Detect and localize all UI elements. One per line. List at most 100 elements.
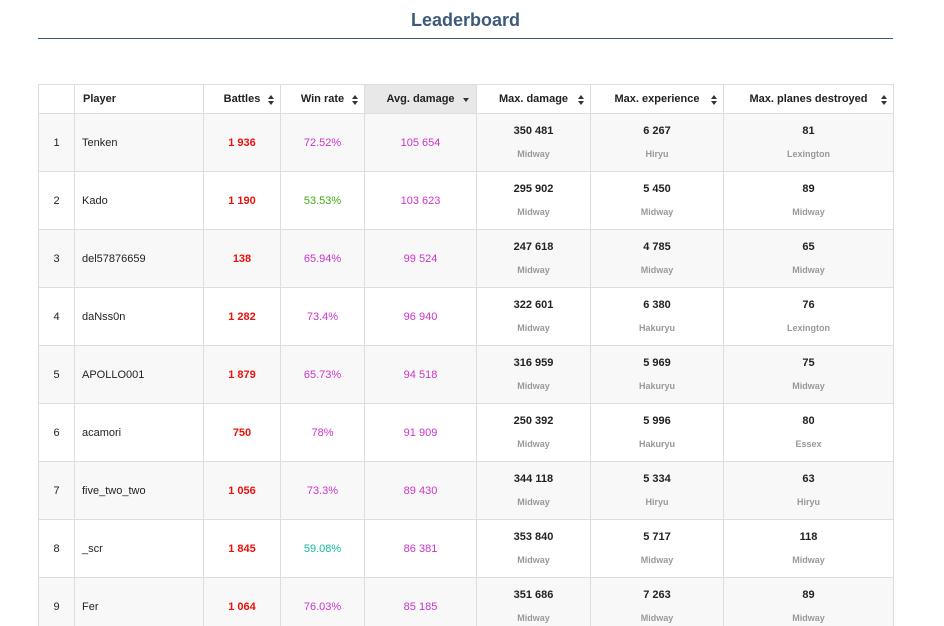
- sort-both-icon[interactable]: [881, 95, 887, 105]
- max-planes-ship: Midway: [792, 265, 825, 275]
- player-name[interactable]: Tenken: [74, 113, 204, 172]
- win-rate-value: 73.4%: [280, 287, 365, 346]
- battles-value: 1 282: [203, 287, 281, 346]
- player-name[interactable]: del57876659: [74, 229, 204, 288]
- sort-descending-icon[interactable]: [463, 98, 469, 102]
- max-damage-value: 322 601: [513, 299, 554, 311]
- battles-value: 1 064: [203, 577, 281, 626]
- header-max-damage[interactable]: Max. damage: [476, 84, 591, 114]
- table-row[interactable]: 4 daNss0n 1 282 73.4% 96 940 322 601 Midway 6 3…: [38, 287, 894, 346]
- max-experience-cell: 6 380 Hakuryu: [590, 287, 724, 346]
- max-damage-cell: 344 118 Midway: [476, 461, 591, 520]
- max-damage-ship: Midway: [517, 497, 550, 507]
- rank-cell: 2: [38, 171, 75, 230]
- player-name[interactable]: five_two_two: [74, 461, 204, 520]
- header-win-rate[interactable]: Win rate: [280, 84, 365, 114]
- max-damage-ship: Midway: [517, 555, 550, 565]
- player-name[interactable]: Fer: [74, 577, 204, 626]
- max-planes-value: 89: [802, 589, 815, 601]
- page-title: Leaderboard: [410, 10, 521, 30]
- player-name[interactable]: daNss0n: [74, 287, 204, 346]
- header-battles[interactable]: Battles: [203, 84, 281, 114]
- table-row[interactable]: 5 APOLLO001 1 879 65.73% 94 518 316 959 Midway…: [38, 345, 894, 404]
- max-planes-cell: 75 Midway: [723, 345, 894, 404]
- max-planes-ship: Essex: [795, 439, 822, 449]
- max-planes-cell: 89 Midway: [723, 577, 894, 626]
- rank-cell: 1: [38, 113, 75, 172]
- player-name[interactable]: acamori: [74, 403, 204, 462]
- player-name[interactable]: Kado: [74, 171, 204, 230]
- avg-damage-value: 94 518: [364, 345, 477, 404]
- max-damage-value: 351 686: [513, 589, 554, 601]
- max-damage-cell: 250 392 Midway: [476, 403, 591, 462]
- max-experience-value: 5 334: [643, 473, 671, 485]
- sort-both-icon[interactable]: [711, 95, 717, 105]
- max-planes-ship: Lexington: [787, 149, 830, 159]
- max-experience-value: 4 785: [643, 241, 671, 253]
- max-planes-cell: 76 Lexington: [723, 287, 894, 346]
- header-row: Player Battles Win rate Avg. damage Max.…: [38, 84, 894, 114]
- battles-value: 1 936: [203, 113, 281, 172]
- header-max-planes[interactable]: Max. planes destroyed: [723, 84, 894, 114]
- max-experience-ship: Midway: [640, 265, 674, 275]
- max-experience-cell: 6 267 Hiryu: [590, 113, 724, 172]
- header-max-experience[interactable]: Max. experience: [590, 84, 724, 114]
- max-damage-cell: 295 902 Midway: [476, 171, 591, 230]
- table-row[interactable]: 2 Kado 1 190 53.53% 103 623 295 902 Midway 5 45…: [38, 171, 894, 230]
- max-experience-value: 7 263: [643, 589, 671, 601]
- leaderboard-body: 1 Tenken 1 936 72.52% 105 654 350 481 Midway 6 …: [38, 113, 894, 626]
- max-experience-value: 5 450: [643, 183, 671, 195]
- max-damage-ship: Midway: [517, 149, 550, 159]
- max-planes-value: 65: [802, 241, 815, 253]
- max-damage-value: 344 118: [513, 473, 554, 485]
- rank-cell: 7: [38, 461, 75, 520]
- battles-value: 1 056: [203, 461, 281, 520]
- win-rate-value: 53.53%: [280, 171, 365, 230]
- leaderboard-page: Leaderboard Player Battles Win rate Avg.…: [0, 0, 944, 626]
- max-damage-ship: Midway: [517, 323, 550, 333]
- table-row[interactable]: 7 five_two_two 1 056 73.3% 89 430 344 118 Midw…: [38, 461, 894, 520]
- max-damage-value: 350 481: [513, 125, 554, 137]
- max-damage-cell: 247 618 Midway: [476, 229, 591, 288]
- max-damage-cell: 350 481 Midway: [476, 113, 591, 172]
- table-row[interactable]: 9 Fer 1 064 76.03% 85 185 351 686 Midway 7 263 M…: [38, 577, 894, 626]
- header-max-experience-label: Max. experience: [614, 93, 700, 105]
- header-max-damage-label: Max. damage: [498, 93, 569, 105]
- max-experience-value: 5 996: [643, 415, 671, 427]
- table-row[interactable]: 6 acamori 750 78% 91 909 250 392 Midway 5 996 Ha…: [38, 403, 894, 462]
- header-avg-damage-label: Avg. damage: [386, 93, 455, 105]
- max-experience-cell: 5 996 Hakuryu: [590, 403, 724, 462]
- battles-value: 1 879: [203, 345, 281, 404]
- rank-cell: 4: [38, 287, 75, 346]
- table-row[interactable]: 8 _scr 1 845 59.08% 86 381 353 840 Midway 5 717…: [38, 519, 894, 578]
- max-experience-ship: Hakuryu: [638, 439, 675, 449]
- max-damage-value: 250 392: [513, 415, 554, 427]
- max-damage-ship: Midway: [517, 439, 550, 449]
- max-planes-ship: Midway: [792, 613, 825, 623]
- title-divider: [38, 38, 893, 39]
- max-damage-cell: 351 686 Midway: [476, 577, 591, 626]
- sort-both-icon[interactable]: [578, 95, 584, 105]
- max-planes-cell: 80 Essex: [723, 403, 894, 462]
- sort-both-icon[interactable]: [268, 95, 274, 105]
- max-experience-ship: Midway: [640, 613, 674, 623]
- max-planes-ship: Hiryu: [796, 497, 820, 507]
- max-experience-ship: Hakuryu: [638, 323, 675, 333]
- win-rate-value: 72.52%: [280, 113, 365, 172]
- max-experience-cell: 5 969 Hakuryu: [590, 345, 724, 404]
- max-damage-ship: Midway: [517, 613, 550, 623]
- table-row[interactable]: 1 Tenken 1 936 72.52% 105 654 350 481 Midway 6 …: [38, 113, 894, 172]
- player-name[interactable]: _scr: [74, 519, 204, 578]
- avg-damage-value: 91 909: [364, 403, 477, 462]
- max-experience-ship: Midway: [640, 555, 674, 565]
- max-experience-ship: Midway: [640, 207, 674, 217]
- player-name[interactable]: APOLLO001: [74, 345, 204, 404]
- sort-both-icon[interactable]: [352, 95, 358, 105]
- table-row[interactable]: 3 del57876659 138 65.94% 99 524 247 618 Midway…: [38, 229, 894, 288]
- header-avg-damage[interactable]: Avg. damage: [364, 84, 477, 114]
- avg-damage-value: 105 654: [364, 113, 477, 172]
- max-planes-value: 75: [802, 357, 815, 369]
- win-rate-value: 65.73%: [280, 345, 365, 404]
- battles-value: 750: [203, 403, 281, 462]
- max-damage-ship: Midway: [517, 265, 550, 275]
